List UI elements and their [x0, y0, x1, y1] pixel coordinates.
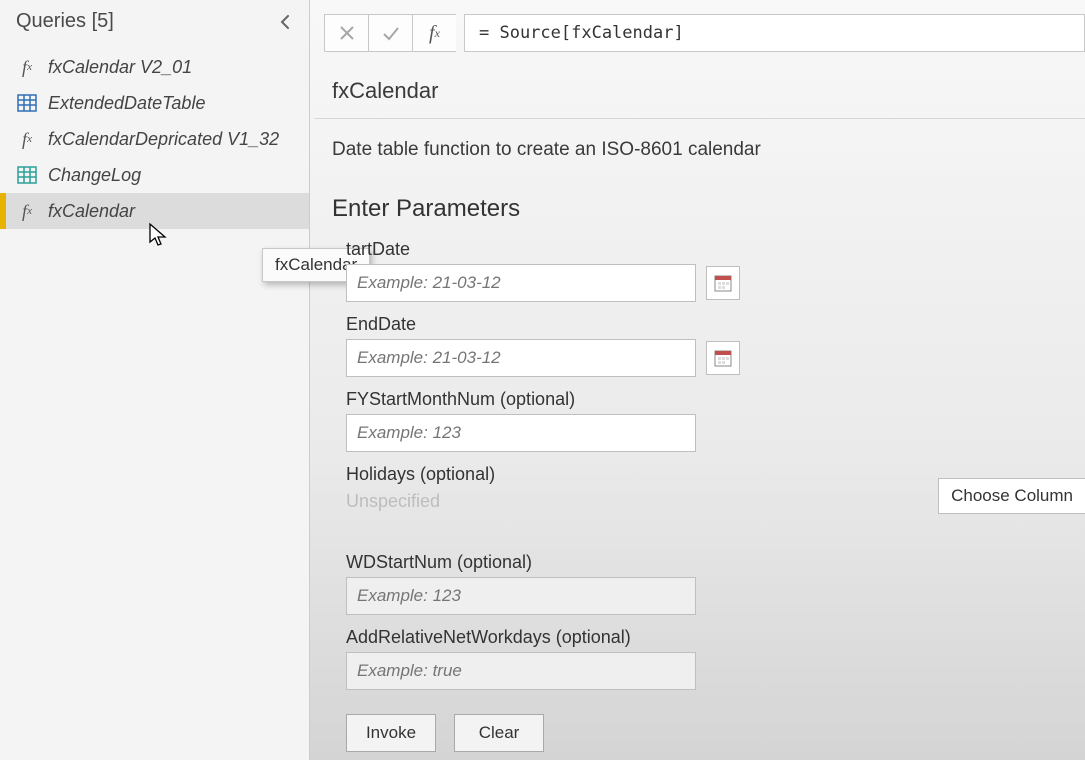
action-buttons: Invoke Clear	[310, 702, 1085, 752]
param-label: tartDate	[346, 239, 1085, 260]
formula-confirm-button[interactable]	[368, 14, 412, 52]
parameters-area: tartDate EndDate FYStartMo	[310, 233, 1085, 690]
queries-title: Queries [5]	[16, 10, 114, 33]
query-item-extendeddatetable[interactable]: ExtendedDateTable	[0, 85, 309, 121]
fystartmonthnum-input[interactable]	[346, 414, 696, 452]
param-startdate: tartDate	[346, 239, 1085, 302]
param-addrelativenetworkdays: AddRelativeNetWorkdays (optional)	[346, 627, 1085, 690]
invoke-button[interactable]: Invoke	[346, 714, 436, 752]
clear-button[interactable]: Clear	[454, 714, 544, 752]
query-label: fxCalendar	[48, 201, 135, 222]
function-description: Date table function to create an ISO-860…	[310, 119, 1085, 171]
query-label: fxCalendarDepricated V1_32	[48, 129, 279, 150]
formula-bar: fx = Source[fxCalendar]	[310, 0, 1085, 64]
main-panel: fx = Source[fxCalendar] fxCalendar Date …	[310, 0, 1085, 760]
collapse-sidebar-icon[interactable]	[275, 12, 295, 32]
startdate-input[interactable]	[346, 264, 696, 302]
query-item-fxcalendardepricated[interactable]: fx fxCalendarDepricated V1_32	[0, 121, 309, 157]
queries-header: Queries [5]	[0, 0, 309, 43]
param-label: FYStartMonthNum (optional)	[346, 389, 1085, 410]
formula-expression: = Source[fxCalendar]	[479, 23, 684, 43]
query-item-fxcalendar[interactable]: fx fxCalendar	[0, 193, 309, 229]
date-picker-button[interactable]	[706, 266, 740, 300]
formula-fx-icon[interactable]: fx	[412, 14, 456, 52]
query-label: ChangeLog	[48, 165, 141, 186]
query-item-changelog[interactable]: ChangeLog	[0, 157, 309, 193]
query-item-fxcalendar-v2-01[interactable]: fx fxCalendar V2_01	[0, 49, 309, 85]
function-title: fxCalendar	[310, 64, 1085, 118]
date-picker-button[interactable]	[706, 341, 740, 375]
parameters-heading: Enter Parameters	[310, 171, 1085, 233]
param-label: EndDate	[346, 314, 1085, 335]
table-icon	[16, 92, 38, 114]
choose-column-button[interactable]: Choose Column	[938, 478, 1085, 514]
fx-icon: fx	[16, 56, 38, 78]
query-label: fxCalendar V2_01	[48, 57, 192, 78]
fx-icon: fx	[16, 200, 38, 222]
param-label: WDStartNum (optional)	[346, 552, 1085, 573]
param-label: AddRelativeNetWorkdays (optional)	[346, 627, 1085, 648]
wdstartnum-input[interactable]	[346, 577, 696, 615]
param-enddate: EndDate	[346, 314, 1085, 377]
fx-icon: fx	[16, 128, 38, 150]
formula-cancel-button[interactable]	[324, 14, 368, 52]
queries-list: fx fxCalendar V2_01 ExtendedDateTable fx…	[0, 43, 309, 229]
param-wdstartnum: WDStartNum (optional)	[346, 552, 1085, 615]
query-label: ExtendedDateTable	[48, 93, 205, 114]
choose-column-label: Choose Column	[951, 486, 1073, 506]
clear-label: Clear	[479, 723, 520, 743]
formula-input[interactable]: = Source[fxCalendar]	[464, 14, 1085, 52]
addrelativenetworkdays-input[interactable]	[346, 652, 696, 690]
invoke-label: Invoke	[366, 723, 416, 743]
queries-sidebar: Queries [5] fx fxCalendar V2_01 Extended…	[0, 0, 310, 760]
table-icon	[16, 164, 38, 186]
enddate-input[interactable]	[346, 339, 696, 377]
param-fystartmonthnum: FYStartMonthNum (optional)	[346, 389, 1085, 452]
